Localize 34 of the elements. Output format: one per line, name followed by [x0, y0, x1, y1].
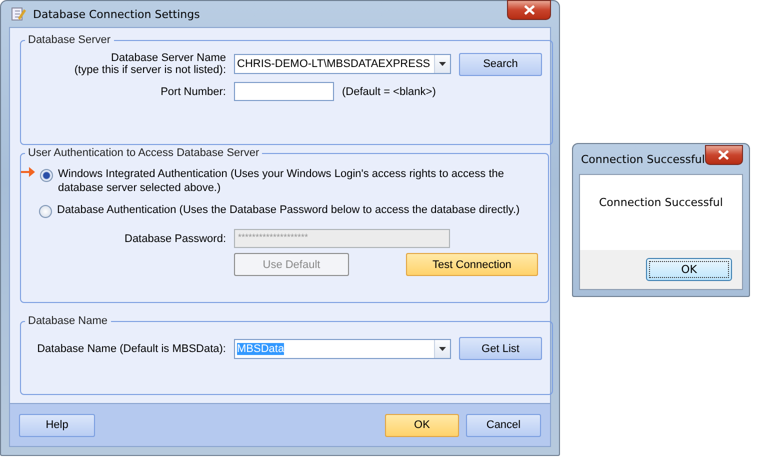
arrow-icon [21, 167, 35, 177]
field-label: Database Password: [124, 232, 226, 244]
search-button[interactable]: Search [459, 52, 542, 76]
field-label: Database Server Name [111, 52, 226, 64]
option-label: Windows Integrated Authentication (Uses your Windows Login's access rights to access the database server selected above.) [58, 167, 505, 195]
group-title: Database Name [27, 315, 108, 327]
test-connection-button[interactable]: Test Connection [406, 253, 538, 276]
option-label: Database Authentication (Uses the Database Password below to access the database directly.) [57, 203, 521, 217]
close-button[interactable] [507, 0, 551, 20]
server-combo-box[interactable]: CHRIS-DEMO-LT\MBSDATAEXPRESS [234, 54, 451, 74]
radio-button[interactable] [40, 169, 53, 182]
get-list-button[interactable]: Get List [459, 337, 542, 360]
ok-button[interactable]: OK [385, 414, 459, 436]
dropdown-button[interactable] [434, 55, 450, 73]
cancel-button[interactable]: Cancel [466, 414, 541, 436]
window-title: Database Connection Settings [33, 8, 201, 20]
group-title: Database Server [27, 34, 112, 46]
message-text: Connection Successful [598, 195, 724, 211]
default-note: (Default = <blank>) [342, 86, 436, 98]
help-button[interactable]: Help [19, 414, 95, 436]
close-icon [718, 150, 730, 160]
window-title: Connection Successful [580, 152, 705, 166]
close-icon [524, 5, 534, 15]
field-hint: (type this if server is not listed): [74, 64, 226, 76]
caret-icon [439, 346, 446, 350]
ok-button[interactable]: OK [646, 258, 732, 281]
group-title: User Authentication to Access Database Server [27, 147, 260, 159]
dropdown-button[interactable] [434, 340, 450, 358]
caret-icon [439, 62, 446, 66]
close-button[interactable] [704, 145, 743, 165]
port-field[interactable] [234, 82, 334, 101]
field-label: Database Name (Default is MBSData): [37, 342, 226, 354]
radio-button[interactable] [39, 205, 52, 218]
field-label: Port Number: [160, 86, 226, 98]
